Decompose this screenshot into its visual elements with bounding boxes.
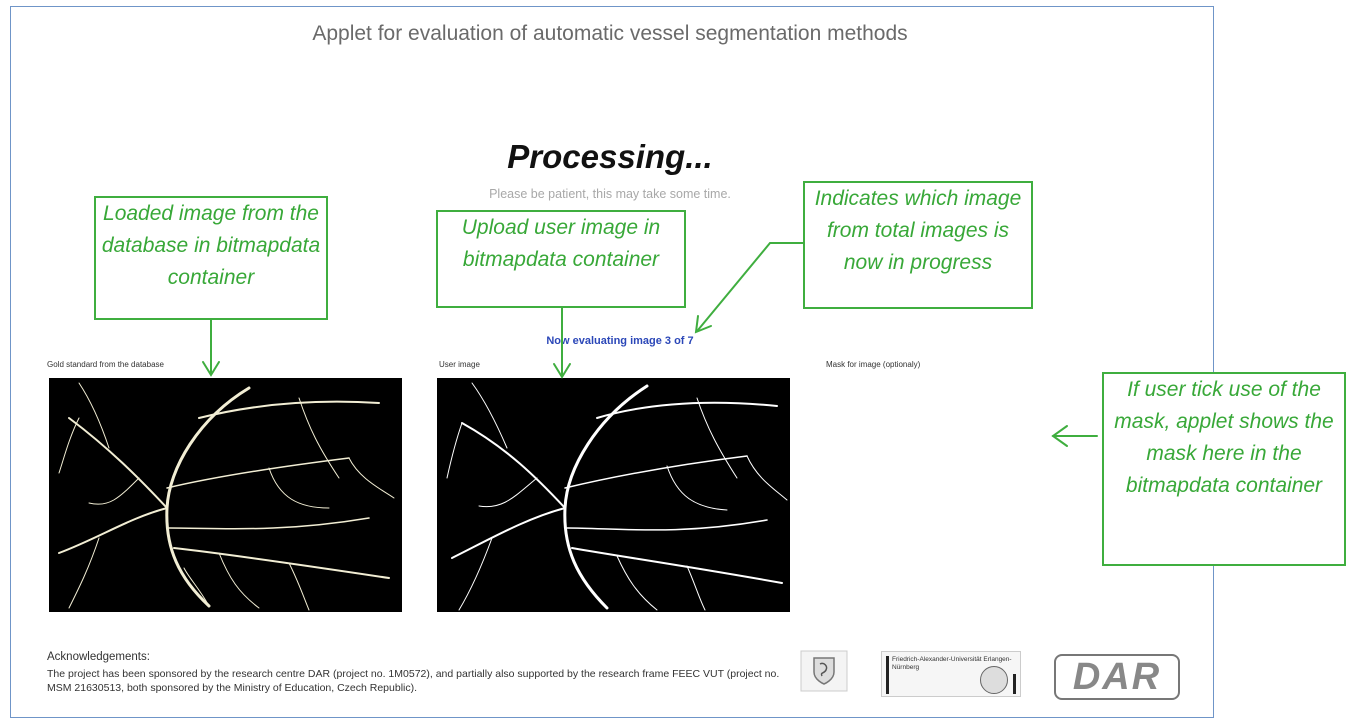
- acknowledgements-title: Acknowledgements:: [47, 651, 150, 663]
- fau-logo: Friedrich-Alexander-Universität Erlangen…: [881, 651, 1021, 697]
- university-logo-icon: [800, 650, 848, 692]
- callout-loaded-image: Loaded image from the database in bitmap…: [94, 196, 328, 320]
- callout-progress-indicator: Indicates which image from total images …: [803, 181, 1033, 309]
- callout-mask: If user tick use of the mask, applet sho…: [1102, 372, 1346, 566]
- user-image-label: User image: [439, 360, 480, 369]
- fau-logo-bar-right: [1013, 674, 1016, 694]
- progress-status: Now evaluating image 3 of 7: [546, 335, 694, 347]
- dar-logo: DAR: [1054, 654, 1180, 700]
- fau-seal-icon: [980, 666, 1008, 694]
- fau-logo-bar: [886, 656, 889, 694]
- processing-heading: Processing...: [507, 138, 713, 175]
- app-title: Applet for evaluation of automatic vesse…: [312, 22, 908, 45]
- callout-upload-user-image: Upload user image in bitmapdata containe…: [436, 210, 686, 308]
- user-image: [437, 378, 790, 612]
- acknowledgements-text: The project has been sponsored by the re…: [47, 668, 780, 694]
- mask-label: Mask for image (optionaly): [826, 360, 921, 369]
- gold-standard-label: Gold standard from the database: [47, 360, 164, 369]
- gold-standard-image: [49, 378, 402, 612]
